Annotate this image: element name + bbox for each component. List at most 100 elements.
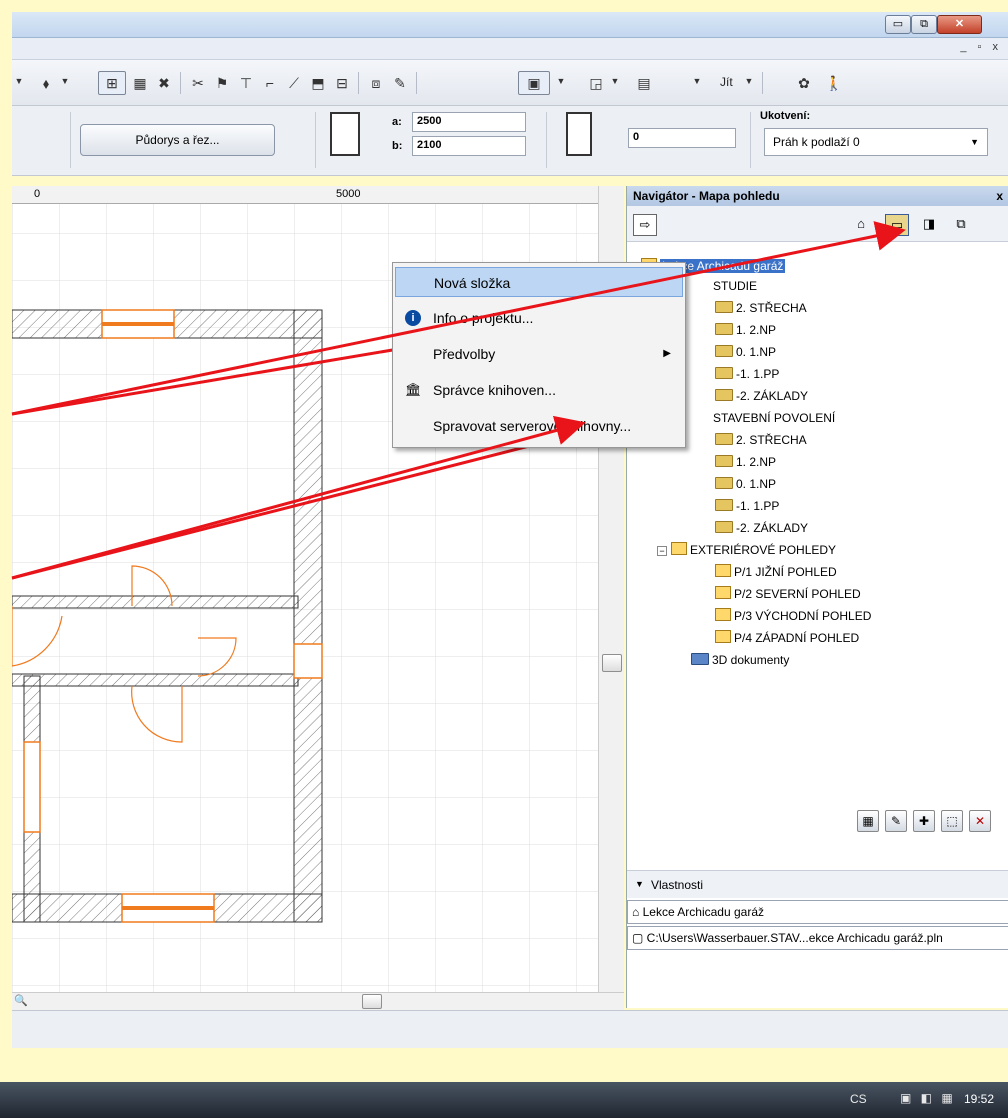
toolbar-separator <box>762 72 763 94</box>
height-field[interactable]: 2100 <box>412 136 526 156</box>
tree-item[interactable]: P/4 ZÁPADNÍ POHLED <box>715 628 859 648</box>
navigator-actions: ▦ ✎ ✚ ⬚ ✕ <box>857 808 1007 836</box>
publisher-sets-icon[interactable]: ⧉ <box>949 214 973 236</box>
split-icon[interactable]: ⚑ <box>212 74 232 92</box>
window-layout-icon[interactable]: ▤ <box>634 74 654 92</box>
curve-icon[interactable]: ⟋ <box>284 74 304 92</box>
maximize-button[interactable]: ⧉ <box>911 15 937 34</box>
corner-icon[interactable]: ⌐ <box>260 74 280 92</box>
horizontal-scrollbar[interactable]: 🔍 <box>12 992 624 1010</box>
minimize-button[interactable]: ▭ <box>885 15 911 34</box>
chevron-down-icon[interactable]: ▼ <box>556 76 566 86</box>
anchor-select[interactable]: Práh k podlaží 0 ▼ <box>764 128 988 156</box>
scrollbar-thumb[interactable] <box>602 654 622 672</box>
properties-header[interactable]: ▼ Vlastnosti <box>627 870 1008 898</box>
walk-icon[interactable]: 🚶 <box>824 74 844 92</box>
sill-height-field[interactable]: 0 <box>628 128 736 148</box>
property-name: Lekce Archicadu garáž <box>642 905 764 919</box>
tree-label: -2. ZÁKLADY <box>736 389 809 403</box>
wall-middle <box>12 595 299 609</box>
anchor-value: Práh k podlaží 0 <box>773 135 860 149</box>
story-icon <box>715 389 733 401</box>
plan-and-section-button[interactable]: Půdorys a řez... <box>80 124 275 156</box>
zoom-icon[interactable]: 🔍 <box>14 994 28 1007</box>
tree-item[interactable]: 0. 1.NP <box>715 342 776 362</box>
ruler-icon[interactable]: ▦ <box>130 74 150 92</box>
menu-item-project-info[interactable]: i Info o projektu... <box>395 303 683 333</box>
view-map-icon[interactable]: ▭ <box>885 214 909 236</box>
sill-height-icon <box>566 112 592 156</box>
tree-label: STUDIE <box>713 279 758 293</box>
tree-item[interactable]: -1. 1.PP <box>715 496 779 516</box>
tree-item[interactable]: P/3 VÝCHODNÍ POHLED <box>715 606 871 626</box>
marker-icon[interactable]: ⬧ <box>36 74 56 92</box>
system-tray[interactable]: ▣ ◧ ▦ <box>900 1091 956 1105</box>
tree-item[interactable]: -2. ZÁKLADY <box>715 386 808 406</box>
trim-icon[interactable]: ✂ <box>188 74 208 92</box>
tree-item[interactable]: P/1 JIŽNÍ POHLED <box>715 562 837 582</box>
close-button[interactable]: ✕ <box>937 15 982 34</box>
collapse-icon[interactable]: − <box>657 546 667 556</box>
tree-label: P/4 ZÁPADNÍ POHLED <box>734 631 860 645</box>
story-icon <box>715 455 733 467</box>
layout-icon[interactable]: ⊟ <box>332 74 352 92</box>
tree-item[interactable]: -2. ZÁKLADY <box>715 518 808 538</box>
new-view-icon[interactable]: ✎ <box>885 810 907 832</box>
publish-icon[interactable]: ⇨ <box>633 214 657 236</box>
property-name-field[interactable]: ⌂ Lekce Archicadu garáž <box>627 900 1008 924</box>
menu-item-label: Nová složka <box>434 275 511 291</box>
tree-folder[interactable]: − EXTERIÉROVÉ POHLEDY <box>657 540 836 560</box>
story-icon <box>715 499 733 511</box>
chevron-down-icon[interactable]: ▼ <box>14 76 24 86</box>
tree-item[interactable]: 2. STŘECHA <box>715 298 807 318</box>
status-bar <box>12 1010 1008 1048</box>
orbit-icon[interactable]: ✿ <box>794 74 814 92</box>
settings-icon[interactable]: ▦ <box>857 810 879 832</box>
chevron-down-icon[interactable]: ▼ <box>610 76 620 86</box>
scrollbar-thumb[interactable] <box>362 994 382 1009</box>
cross-icon[interactable]: ✖ <box>154 74 174 92</box>
tree-label: 1. 2.NP <box>736 455 777 469</box>
elevate-icon[interactable]: ⊤ <box>236 74 256 92</box>
language-indicator[interactable]: CS <box>850 1092 867 1106</box>
tree-folder[interactable]: STAVEBNÍ POVOLENÍ <box>713 408 835 428</box>
window-titlebar: ▭ ⧉ ✕ <box>12 12 1008 38</box>
stretch-icon[interactable]: ⬒ <box>308 74 328 92</box>
open-view-icon[interactable]: ⬚ <box>941 810 963 832</box>
pencil-icon[interactable]: ✎ <box>390 74 410 92</box>
tree-item[interactable]: 1. 2.NP <box>715 452 776 472</box>
menu-item-library-manager[interactable]: 🏛 Správce knihoven... <box>395 375 683 405</box>
elevation-icon <box>715 564 731 577</box>
tree-item[interactable]: 2. STŘECHA <box>715 430 807 450</box>
elevation-icon <box>715 608 731 621</box>
goto-menu-label[interactable]: Jít <box>720 75 733 89</box>
3d-window-icon[interactable]: ◲ <box>586 74 606 92</box>
elevation-folder-icon <box>671 542 687 555</box>
chevron-down-icon[interactable]: ▼ <box>60 76 70 86</box>
tree-item[interactable]: P/2 SEVERNÍ POHLED <box>715 584 861 604</box>
property-path-field[interactable]: ▢ C:\Users\Wasserbauer.STAV...ekce Archi… <box>627 926 1008 950</box>
mdi-window-controls[interactable]: _ ▫ x <box>960 41 1002 53</box>
tree-item[interactable]: 1. 2.NP <box>715 320 776 340</box>
menu-item-server-libraries[interactable]: Spravovat serverové knihovny... <box>395 411 683 441</box>
clock[interactable]: 19:52 <box>964 1092 994 1106</box>
toolbar-separator <box>416 72 417 94</box>
tree-folder[interactable]: STUDIE <box>713 276 757 296</box>
layout-book-icon[interactable]: ◨ <box>917 214 941 236</box>
menu-item-preferences[interactable]: Předvolby ▶ <box>395 339 683 369</box>
project-map-icon[interactable]: ⌂ <box>849 214 873 236</box>
select-area-icon[interactable]: ⧈ <box>366 74 386 92</box>
tree-item[interactable]: 3D dokumenty <box>691 650 789 670</box>
tree-item[interactable]: -1. 1.PP <box>715 364 779 384</box>
close-icon[interactable]: x <box>996 189 1003 203</box>
new-folder-icon[interactable]: ✚ <box>913 810 935 832</box>
menu-item-new-folder[interactable]: Nová složka <box>395 267 683 297</box>
collapse-arrow-icon: ▼ <box>635 879 644 889</box>
navigator-toolbar: ⇨ ⌂ ▭ ◨ ⧉ <box>627 206 1008 242</box>
delete-icon[interactable]: ✕ <box>969 810 991 832</box>
door-size-icon <box>330 112 360 156</box>
chevron-down-icon[interactable]: ▼ <box>692 76 702 86</box>
tree-item[interactable]: 0. 1.NP <box>715 474 776 494</box>
chevron-down-icon[interactable]: ▼ <box>744 76 754 86</box>
width-field[interactable]: 2500 <box>412 112 526 132</box>
